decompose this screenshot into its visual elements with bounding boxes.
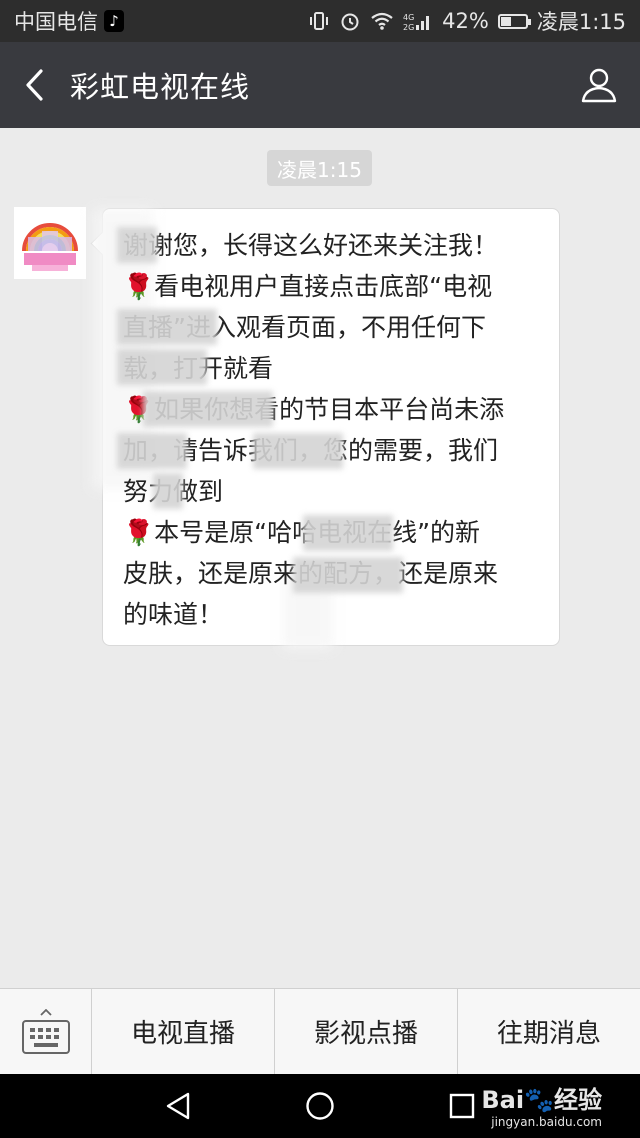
avatar[interactable] — [14, 207, 86, 279]
signal-icon: 4G2G — [403, 13, 430, 31]
home-circle-icon — [306, 1092, 334, 1120]
page-title: 彩虹电视在线 — [70, 70, 251, 104]
message-line: 谢谢您，长得这么好还来关注我！ — [123, 231, 499, 260]
message-timestamp: 凌晨1:15 — [267, 150, 372, 186]
svg-text:4G: 4G — [403, 13, 414, 22]
nav-home-button[interactable] — [304, 1090, 336, 1122]
svg-text:2G: 2G — [403, 23, 414, 31]
battery-icon — [497, 13, 531, 29]
profile-button[interactable] — [558, 42, 640, 128]
menu-item-tv-live[interactable]: 电视直播 — [92, 989, 275, 1074]
recents-square-icon — [449, 1093, 475, 1119]
nav-back-button[interactable] — [162, 1090, 194, 1122]
mosaic-blur — [293, 557, 403, 593]
menu-item-vod[interactable]: 影视点播 — [275, 989, 458, 1074]
message-line: 努力做到 — [123, 471, 543, 512]
mosaic-blur — [303, 515, 393, 551]
message-line: 🌹看电视用户直接点击底部“电视 — [123, 272, 493, 301]
keyboard-toggle-button[interactable] — [0, 989, 92, 1074]
message-line: 的味道！ — [123, 600, 224, 629]
person-icon — [581, 68, 617, 103]
mosaic-blur — [143, 391, 273, 427]
message-bubble[interactable]: 谢谢您，长得这么好还来关注我！ 🌹看电视用户直接点击底部“电视 直播”进入观看页… — [93, 208, 560, 649]
carrier-name: 中国电信 — [14, 10, 98, 34]
mosaic-blur — [117, 349, 207, 385]
battery-level — [500, 16, 511, 26]
carrier-group: 中国电信 ♪ — [14, 6, 124, 36]
mosaic-blur — [117, 227, 157, 263]
watermark-logo: Bai🐾经验 — [481, 1086, 602, 1114]
mosaic-blur — [253, 433, 343, 469]
status-bar: 中国电信 ♪ 4G 2G 42% 凌晨1:15 — [0, 0, 640, 42]
alarm-icon — [341, 13, 359, 31]
back-button[interactable] — [0, 42, 70, 128]
back-triangle-icon — [166, 1092, 190, 1120]
tiktok-icon: ♪ — [104, 10, 124, 32]
rainbow-avatar-icon — [14, 207, 86, 279]
mosaic-blur — [117, 309, 217, 345]
keyboard-icon — [21, 1008, 70, 1054]
baidu-watermark: Bai🐾经验 jingyan.baidu.com — [481, 1080, 602, 1129]
status-time: 凌晨1:15 — [536, 10, 626, 34]
chevron-left-icon — [26, 69, 43, 101]
menu-item-history[interactable]: 往期消息 — [458, 989, 640, 1074]
watermark-url: jingyan.baidu.com — [491, 1115, 602, 1129]
status-icons: 4G 2G 42% 凌晨1:15 — [308, 6, 626, 36]
official-account-menu: 电视直播 影视点播 往期消息 — [0, 988, 640, 1074]
vibrate-icon — [310, 12, 329, 30]
battery-percent: 42% — [442, 9, 489, 33]
nav-recents-button[interactable] — [446, 1090, 478, 1122]
mosaic-blur — [117, 433, 187, 469]
wifi-icon — [371, 12, 393, 30]
mosaic-blur — [153, 473, 183, 509]
chat-header: 彩虹电视在线 — [0, 42, 640, 128]
